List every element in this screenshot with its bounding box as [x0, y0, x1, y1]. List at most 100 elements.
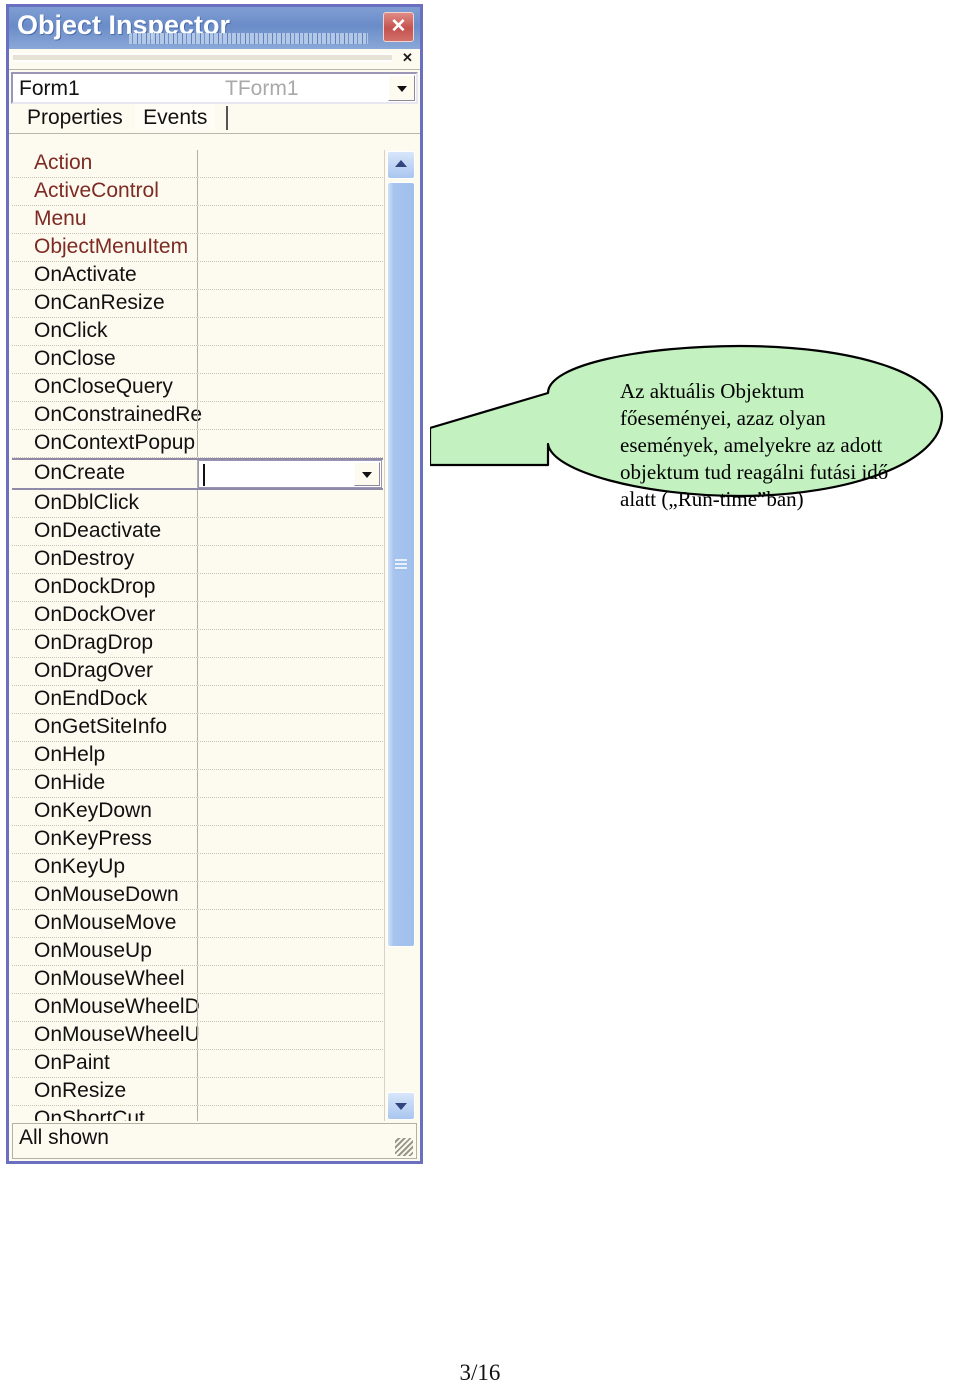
inspector-row[interactable]: OnHide: [12, 770, 383, 798]
inspector-column-splitter[interactable]: [197, 262, 198, 289]
inspector-row-name: ActiveControl: [34, 179, 159, 202]
inspector-row[interactable]: OnMouseWheelD: [12, 994, 383, 1022]
inspector-row[interactable]: OnMouseMove: [12, 910, 383, 938]
inspector-row[interactable]: OnCreate: [12, 458, 383, 490]
inspector-column-splitter[interactable]: [197, 658, 198, 685]
inspector-row[interactable]: Menu: [12, 206, 383, 234]
inspector-column-splitter[interactable]: [197, 602, 198, 629]
inspector-row-name: OnMouseWheelD: [34, 995, 200, 1018]
inspector-column-splitter[interactable]: [197, 686, 198, 713]
inspector-row-name: OnDblClick: [34, 491, 140, 514]
inspector-row[interactable]: ObjectMenuItem: [12, 234, 383, 262]
inspector-row-name: OnKeyUp: [34, 855, 126, 878]
inspector-row-name: OnClick: [34, 319, 108, 342]
callout-line: Az aktuális Objektum: [620, 379, 805, 403]
inspector-row[interactable]: OnPaint: [12, 1050, 383, 1078]
inspector-column-splitter[interactable]: [197, 994, 198, 1021]
inspector-column-splitter[interactable]: [197, 1022, 198, 1049]
inspector-row[interactable]: OnActivate: [12, 262, 383, 290]
inspector-row[interactable]: OnMouseDown: [12, 882, 383, 910]
inspector-row[interactable]: OnDblClick: [12, 490, 383, 518]
inspector-row[interactable]: OnConstrainedRe: [12, 402, 383, 430]
inspector-column-splitter[interactable]: [197, 1078, 198, 1105]
chevron-up-icon[interactable]: [387, 151, 415, 179]
inspector-column-splitter[interactable]: [197, 910, 198, 937]
inspector-column-splitter[interactable]: [197, 374, 198, 401]
inspector-row[interactable]: Action: [12, 150, 383, 178]
inspector-column-splitter[interactable]: [197, 178, 198, 205]
inspector-row[interactable]: OnMouseWheel: [12, 966, 383, 994]
inspector-row[interactable]: OnCloseQuery: [12, 374, 383, 402]
inspector-row[interactable]: OnKeyPress: [12, 826, 383, 854]
inspector-column-splitter[interactable]: [197, 966, 198, 993]
inspector-column-splitter[interactable]: [197, 490, 198, 517]
inspector-row[interactable]: OnDestroy: [12, 546, 383, 574]
window-titlebar[interactable]: Object Inspector ✕: [9, 7, 420, 49]
inspector-column-splitter[interactable]: [197, 546, 198, 573]
tab-properties[interactable]: Properties: [19, 104, 131, 130]
object-selector-combobox[interactable]: Form1 TForm1: [11, 72, 418, 104]
window-toolstrip: ✕: [9, 49, 420, 70]
inspector-row[interactable]: OnResize: [12, 1078, 383, 1106]
inspector-row[interactable]: OnKeyUp: [12, 854, 383, 882]
inspector-column-splitter[interactable]: [197, 290, 198, 317]
inspector-row[interactable]: OnDockDrop: [12, 574, 383, 602]
text-caret: [203, 464, 205, 486]
close-icon[interactable]: ✕: [383, 12, 414, 42]
inspector-column-splitter[interactable]: [197, 742, 198, 769]
inspector-row-name: OnDragDrop: [34, 631, 154, 654]
inspector-row[interactable]: OnHelp: [12, 742, 383, 770]
tab-events[interactable]: Events: [135, 104, 216, 130]
inspector-row[interactable]: OnClose: [12, 346, 383, 374]
inspector-row[interactable]: ActiveControl: [12, 178, 383, 206]
inspector-row[interactable]: OnDragOver: [12, 658, 383, 686]
inspector-row-name: OnHelp: [34, 743, 106, 766]
inspector-row[interactable]: OnCanResize: [12, 290, 383, 318]
inspector-row-name: OnMouseMove: [34, 911, 177, 934]
toolstrip-close-icon[interactable]: ✕: [399, 50, 416, 67]
inspector-row[interactable]: OnClick: [12, 318, 383, 346]
inspector-column-splitter[interactable]: [197, 346, 198, 373]
inspector-column-splitter[interactable]: [197, 206, 198, 233]
inspector-row[interactable]: OnDragDrop: [12, 630, 383, 658]
inspector-row[interactable]: OnShortCut: [12, 1106, 383, 1121]
inspector-column-splitter[interactable]: [197, 518, 198, 545]
chevron-down-icon[interactable]: [388, 75, 415, 101]
chevron-down-icon[interactable]: [387, 1092, 415, 1120]
inspector-row[interactable]: OnDeactivate: [12, 518, 383, 546]
inspector-row[interactable]: OnMouseUp: [12, 938, 383, 966]
inspector-column-splitter[interactable]: [197, 714, 198, 741]
inspector-value-editor[interactable]: [198, 460, 382, 488]
inspector-row-name: OnCloseQuery: [34, 375, 173, 398]
grid-vertical-scrollbar[interactable]: [384, 150, 417, 1121]
inspector-row-name: Menu: [34, 207, 87, 230]
inspector-column-splitter[interactable]: [197, 150, 198, 177]
inspector-row[interactable]: OnEndDock: [12, 686, 383, 714]
inspector-row-name: Action: [34, 151, 93, 174]
inspector-row-name: OnMouseWheelU: [34, 1023, 200, 1046]
scrollbar-thumb[interactable]: [387, 182, 415, 947]
inspector-column-splitter[interactable]: [197, 574, 198, 601]
inspector-column-splitter[interactable]: [197, 430, 198, 457]
inspector-row[interactable]: OnKeyDown: [12, 798, 383, 826]
inspector-column-splitter[interactable]: [197, 1106, 198, 1121]
inspector-column-splitter[interactable]: [197, 798, 198, 825]
resize-grip-icon[interactable]: [395, 1138, 413, 1156]
inspector-column-splitter[interactable]: [197, 882, 198, 909]
inspector-row-name: OnKeyDown: [34, 799, 152, 822]
chevron-down-icon[interactable]: [354, 462, 380, 486]
inspector-column-splitter[interactable]: [197, 630, 198, 657]
inspector-row[interactable]: OnDockOver: [12, 602, 383, 630]
inspector-row[interactable]: OnMouseWheelU: [12, 1022, 383, 1050]
inspector-row[interactable]: OnContextPopup: [12, 430, 383, 458]
inspector-column-splitter[interactable]: [197, 234, 198, 261]
inspector-column-splitter[interactable]: [197, 826, 198, 853]
inspector-column-splitter[interactable]: [197, 1050, 198, 1077]
inspector-column-splitter[interactable]: [197, 318, 198, 345]
inspector-column-splitter[interactable]: [197, 938, 198, 965]
inspector-column-splitter[interactable]: [197, 854, 198, 881]
object-selector-name: Form1: [19, 77, 80, 100]
inspector-column-splitter[interactable]: [197, 770, 198, 797]
inspector-column-splitter[interactable]: [197, 402, 198, 429]
inspector-row[interactable]: OnGetSiteInfo: [12, 714, 383, 742]
